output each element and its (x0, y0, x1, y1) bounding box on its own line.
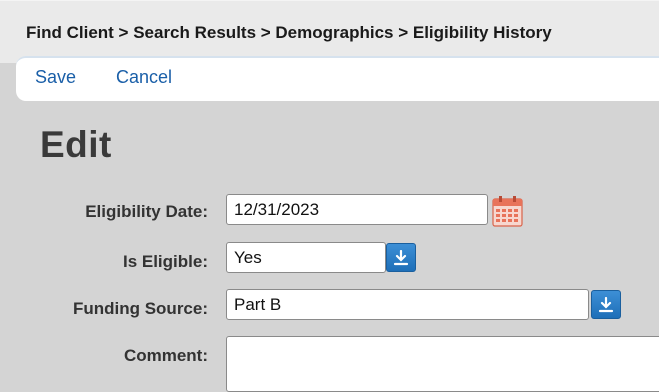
is-eligible-label: Is Eligible: (122, 252, 208, 271)
funding-source-select[interactable]: Part B (226, 289, 589, 320)
download-arrow-icon (598, 296, 614, 312)
eligibility-date-label: Eligibility Date: (85, 202, 208, 221)
comment-label: Comment: (123, 346, 208, 365)
download-arrow-icon (393, 249, 409, 265)
breadcrumb-bar: Find Client > Search Results > Demograph… (0, 0, 659, 63)
page-title: Edit (40, 124, 112, 165)
funding-source-label: Funding Source: (72, 299, 208, 318)
is-eligible-dropdown-button[interactable] (386, 243, 416, 272)
is-eligible-select[interactable]: Yes (226, 242, 386, 273)
calendar-icon[interactable] (492, 196, 523, 227)
toolbar: Save Cancel (16, 56, 659, 101)
comment-textarea[interactable] (226, 336, 659, 392)
breadcrumb[interactable]: Find Client > Search Results > Demograph… (26, 23, 552, 43)
save-button[interactable]: Save (35, 67, 76, 88)
eligibility-date-field[interactable]: 12/31/2023 (226, 194, 488, 225)
funding-source-dropdown-button[interactable] (591, 290, 621, 319)
cancel-button[interactable]: Cancel (116, 67, 172, 88)
